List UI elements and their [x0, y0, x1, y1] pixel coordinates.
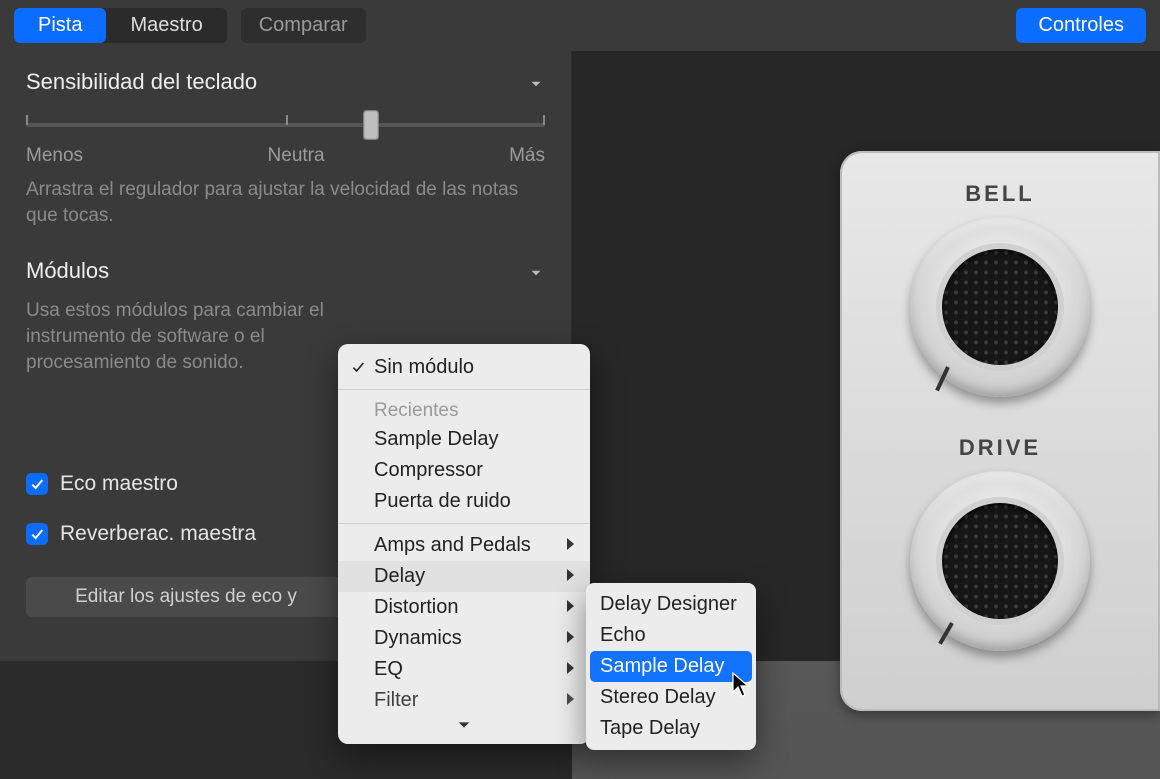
modules-desc: Usa estos módulos para cambiar el instru… — [26, 298, 336, 375]
slider-max-label: Más — [509, 145, 545, 167]
slider-mid-label: Neutra — [268, 145, 325, 167]
modules-title: Módulos — [26, 258, 109, 284]
controls-button[interactable]: Controles — [1016, 8, 1146, 43]
slider-min-label: Menos — [26, 145, 83, 167]
submenu-sample-delay[interactable]: Sample Delay — [590, 651, 752, 682]
menu-no-module[interactable]: Sin módulo — [338, 352, 590, 383]
menu-no-module-label: Sin módulo — [374, 356, 474, 379]
menu-recent-1[interactable]: Compressor — [338, 455, 590, 486]
submenu-echo[interactable]: Echo — [586, 620, 756, 651]
sensitivity-slider[interactable] — [26, 109, 545, 139]
cursor-icon — [732, 672, 752, 703]
menu-cat-delay[interactable]: Delay — [338, 561, 590, 592]
chevron-right-icon — [566, 565, 576, 588]
chevron-right-icon — [566, 689, 576, 712]
reverb-checkbox[interactable] — [26, 523, 48, 545]
drive-knob-label: DRIVE — [840, 435, 1160, 461]
slider-labels: Menos Neutra Más — [26, 145, 545, 167]
chevron-right-icon — [566, 596, 576, 619]
track-master-segment: Pista Maestro — [14, 8, 227, 43]
menu-recent-0[interactable]: Sample Delay — [338, 424, 590, 455]
slider-thumb[interactable] — [363, 110, 379, 140]
bell-knob[interactable] — [910, 217, 1090, 397]
menu-recent-heading: Recientes — [338, 396, 590, 424]
menu-cat-dynamics[interactable]: Dynamics — [338, 623, 590, 654]
tab-pista[interactable]: Pista — [14, 8, 106, 43]
chevron-right-icon — [566, 534, 576, 557]
submenu-tape-delay[interactable]: Tape Delay — [586, 713, 756, 744]
menu-cat-amps[interactable]: Amps and Pedals — [338, 530, 590, 561]
bell-knob-label: BELL — [840, 181, 1160, 207]
delay-submenu: Delay Designer Echo Sample Delay Stereo … — [586, 583, 756, 750]
edit-echo-settings-button[interactable]: Editar los ajustes de eco y — [26, 577, 346, 617]
eco-checkbox[interactable] — [26, 473, 48, 495]
menu-cat-filter[interactable]: Filter — [338, 685, 590, 716]
menu-recent-2[interactable]: Puerta de ruido — [338, 486, 590, 517]
chevron-down-icon[interactable] — [527, 262, 545, 280]
chevron-down-icon[interactable] — [527, 73, 545, 91]
chevron-right-icon — [566, 627, 576, 650]
tab-maestro[interactable]: Maestro — [106, 8, 226, 43]
top-toolbar: Pista Maestro Comparar Controles — [0, 0, 1160, 51]
sensitivity-title: Sensibilidad del teclado — [26, 69, 257, 95]
submenu-stereo-delay[interactable]: Stereo Delay — [586, 682, 756, 713]
chevron-right-icon — [566, 658, 576, 681]
check-icon — [350, 358, 366, 374]
compare-button[interactable]: Comparar — [241, 8, 366, 43]
menu-cat-distortion[interactable]: Distortion — [338, 592, 590, 623]
menu-scroll-down[interactable] — [338, 716, 590, 740]
sensitivity-header[interactable]: Sensibilidad del teclado — [26, 69, 545, 95]
sensitivity-desc: Arrastra el regulador para ajustar la ve… — [26, 177, 545, 228]
plugin-context-menu: Sin módulo Recientes Sample Delay Compre… — [338, 344, 590, 744]
modules-header[interactable]: Módulos — [26, 258, 545, 284]
menu-cat-eq[interactable]: EQ — [338, 654, 590, 685]
plugin-ui: BELL DRIVE — [840, 151, 1160, 711]
drive-knob[interactable] — [910, 471, 1090, 651]
submenu-delay-designer[interactable]: Delay Designer — [586, 589, 756, 620]
